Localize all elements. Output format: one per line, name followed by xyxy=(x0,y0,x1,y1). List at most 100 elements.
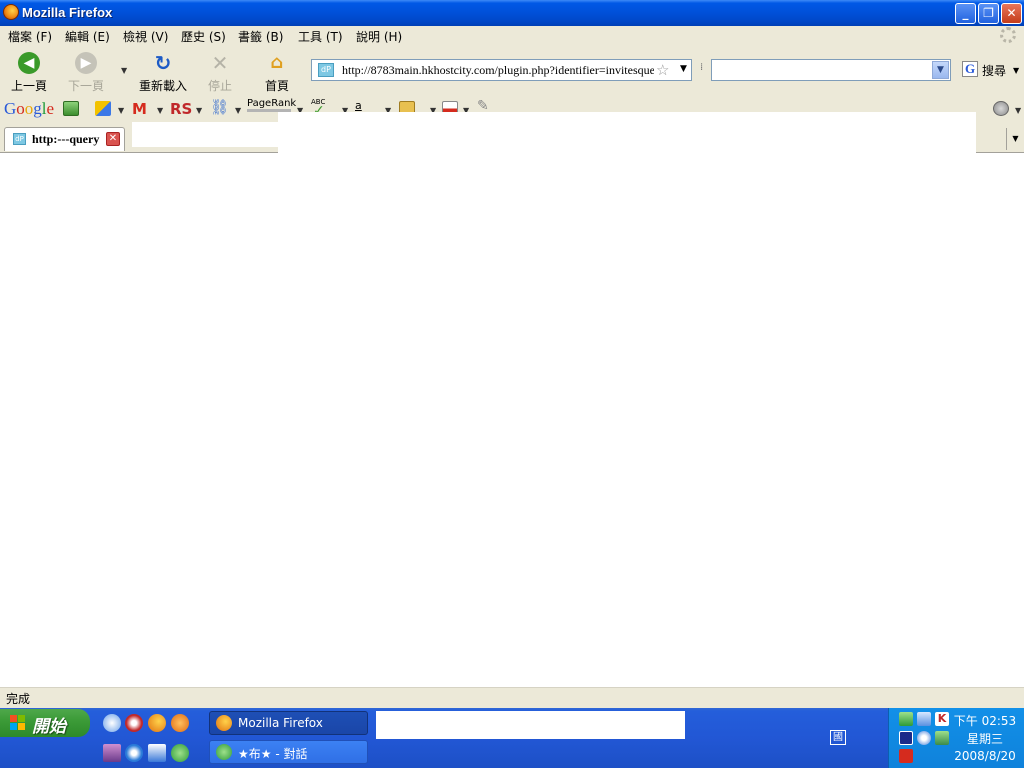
menu-bookmarks[interactable]: 書籤 (B) xyxy=(238,28,283,45)
ie-shortcut-icon[interactable] xyxy=(125,744,143,762)
clock-time[interactable]: 下午 02:53 xyxy=(953,712,1017,729)
logo-letter: G xyxy=(4,99,17,118)
logo-letter: g xyxy=(33,99,42,118)
back-button[interactable]: ◀ 上一頁 xyxy=(3,50,55,93)
site-identity-icon[interactable]: dP xyxy=(318,63,334,77)
maximize-button[interactable]: ❐ xyxy=(978,3,999,24)
stop-icon: ✕ xyxy=(211,51,229,75)
link-icon[interactable]: ⛓ xyxy=(210,98,229,116)
rs-dropdown-icon[interactable]: ▼ xyxy=(196,106,202,115)
link-dropdown-icon[interactable]: ▼ xyxy=(235,106,241,115)
google-search-engine-icon[interactable]: G xyxy=(962,61,978,77)
menu-bar: 檔案 (F) 編輯 (E) 檢視 (V) 歷史 (S) 書籤 (B) 工具 (T… xyxy=(0,26,1024,46)
tab-label: http:---query xyxy=(32,132,100,146)
search-dropdown-icon[interactable]: ▼ xyxy=(932,61,949,79)
tab-close-icon[interactable]: ✕ xyxy=(106,132,120,146)
home-icon: ⌂ xyxy=(270,52,284,73)
ime-indicator[interactable]: 國 xyxy=(830,730,846,745)
blank-overlay xyxy=(132,122,280,147)
blank-overlay xyxy=(376,711,685,739)
close-button[interactable]: ✕ xyxy=(1001,3,1022,24)
system-tray: K 下午 02:53 星期三 2008/8/20 xyxy=(888,708,1024,768)
menu-history[interactable]: 歷史 (S) xyxy=(181,28,226,45)
history-dropdown-icon[interactable]: ▼ xyxy=(121,66,127,75)
reload-label: 重新載入 xyxy=(138,79,187,93)
home-label: 首頁 xyxy=(264,79,289,93)
tab-list-dropdown-icon[interactable]: ▼ xyxy=(1006,128,1024,150)
search-bar[interactable]: ▼ xyxy=(711,59,951,81)
network-shortcut-icon[interactable] xyxy=(103,714,121,732)
status-text: 完成 xyxy=(6,692,31,706)
bookmark-star-icon[interactable]: ☆ xyxy=(656,61,669,79)
window-titlebar[interactable]: Mozilla Firefox _ ❐ ✕ xyxy=(0,0,1024,26)
logo-letter: e xyxy=(46,99,55,118)
search-label[interactable]: 搜尋 xyxy=(982,62,1006,79)
window-title: Mozilla Firefox xyxy=(22,5,113,20)
logo-letter: o xyxy=(24,99,34,118)
pagerank-indicator: PageRank xyxy=(247,98,296,112)
menu-file[interactable]: 檔案 (F) xyxy=(8,28,52,45)
menu-edit[interactable]: 編輯 (E) xyxy=(65,28,110,45)
back-label: 上一頁 xyxy=(10,79,47,93)
reload-icon: ↻ xyxy=(154,51,172,75)
search-engine-dropdown-icon[interactable]: ▼ xyxy=(1013,66,1019,75)
forward-button[interactable]: ▶ 下一頁 xyxy=(60,50,112,93)
status-bar: 完成 xyxy=(0,687,1024,708)
menu-help[interactable]: 說明 (H) xyxy=(356,28,402,45)
anime-shortcut-icon[interactable] xyxy=(103,744,121,762)
media-shortcut-icon[interactable] xyxy=(171,714,189,732)
news-dropdown-icon[interactable]: ▼ xyxy=(118,106,124,115)
flash-tray-icon[interactable] xyxy=(899,749,913,763)
antivirus-tray-icon[interactable]: K xyxy=(935,712,949,726)
throbber-icon xyxy=(1000,27,1016,43)
firefox-icon xyxy=(3,4,19,20)
start-button[interactable]: 開始 xyxy=(0,709,90,737)
minimize-button[interactable]: _ xyxy=(955,3,976,24)
messenger-tray-icon[interactable] xyxy=(899,712,913,726)
task-chat-label: ★布★ - 對話 xyxy=(238,747,308,761)
reload-button[interactable]: ↻ 重新載入 xyxy=(136,50,190,93)
clock-weekday[interactable]: 星期三 xyxy=(953,730,1017,747)
forward-arrow-icon: ▶ xyxy=(75,52,97,74)
menu-view[interactable]: 檢視 (V) xyxy=(123,28,168,45)
menu-tools[interactable]: 工具 (T) xyxy=(298,28,343,45)
news-icon[interactable] xyxy=(95,101,111,116)
gmail-dropdown-icon[interactable]: ▼ xyxy=(157,106,163,115)
url-bar[interactable]: dP ☆ ▼ xyxy=(311,59,692,81)
url-dropdown-icon[interactable]: ▼ xyxy=(680,64,687,74)
home-button[interactable]: ⌂ 首頁 xyxy=(251,50,303,93)
stop-label: 停止 xyxy=(207,79,232,93)
task-chat[interactable]: ★布★ - 對話 xyxy=(209,740,368,764)
task-firefox-label: Mozilla Firefox xyxy=(238,716,323,730)
tab-favicon-icon: dP xyxy=(13,133,26,145)
media-player-tray-icon[interactable] xyxy=(899,731,913,745)
update-tray-icon[interactable] xyxy=(917,731,931,745)
page-content[interactable] xyxy=(0,153,1024,687)
picasa-icon[interactable] xyxy=(63,101,79,116)
search-input[interactable] xyxy=(714,62,928,78)
start-label: 開始 xyxy=(32,717,66,737)
ie-alt-shortcut-icon[interactable] xyxy=(148,744,166,762)
messenger-shortcut-icon[interactable] xyxy=(171,744,189,762)
stop-button[interactable]: ✕ 停止 xyxy=(194,50,246,93)
firefox-task-icon xyxy=(216,715,232,731)
logo-letter: o xyxy=(16,99,25,118)
app-shortcut-icon[interactable] xyxy=(125,714,143,732)
tab-active[interactable]: dP http:---query ✕ xyxy=(4,127,125,151)
messenger-task-icon xyxy=(216,744,232,760)
google-logo[interactable]: Google xyxy=(4,99,54,119)
network-tray-icon[interactable] xyxy=(917,712,931,726)
clock-date[interactable]: 2008/8/20 xyxy=(953,749,1017,763)
settings-dropdown-icon[interactable]: ▼ xyxy=(1015,106,1021,115)
back-arrow-icon: ◀ xyxy=(18,52,40,74)
toolbar-settings-icon[interactable] xyxy=(993,101,1009,116)
translate-icon[interactable]: a xyxy=(355,99,362,112)
task-firefox[interactable]: Mozilla Firefox xyxy=(209,711,368,735)
url-input[interactable] xyxy=(342,62,654,78)
blank-overlay xyxy=(278,112,976,154)
rs-button[interactable]: RS xyxy=(170,100,192,118)
toolbar-grip-icon[interactable]: ⁞ xyxy=(700,62,703,73)
gmail-icon[interactable]: M xyxy=(132,100,147,118)
utility-tray-icon[interactable] xyxy=(935,731,949,745)
firefox-shortcut-icon[interactable] xyxy=(148,714,166,732)
